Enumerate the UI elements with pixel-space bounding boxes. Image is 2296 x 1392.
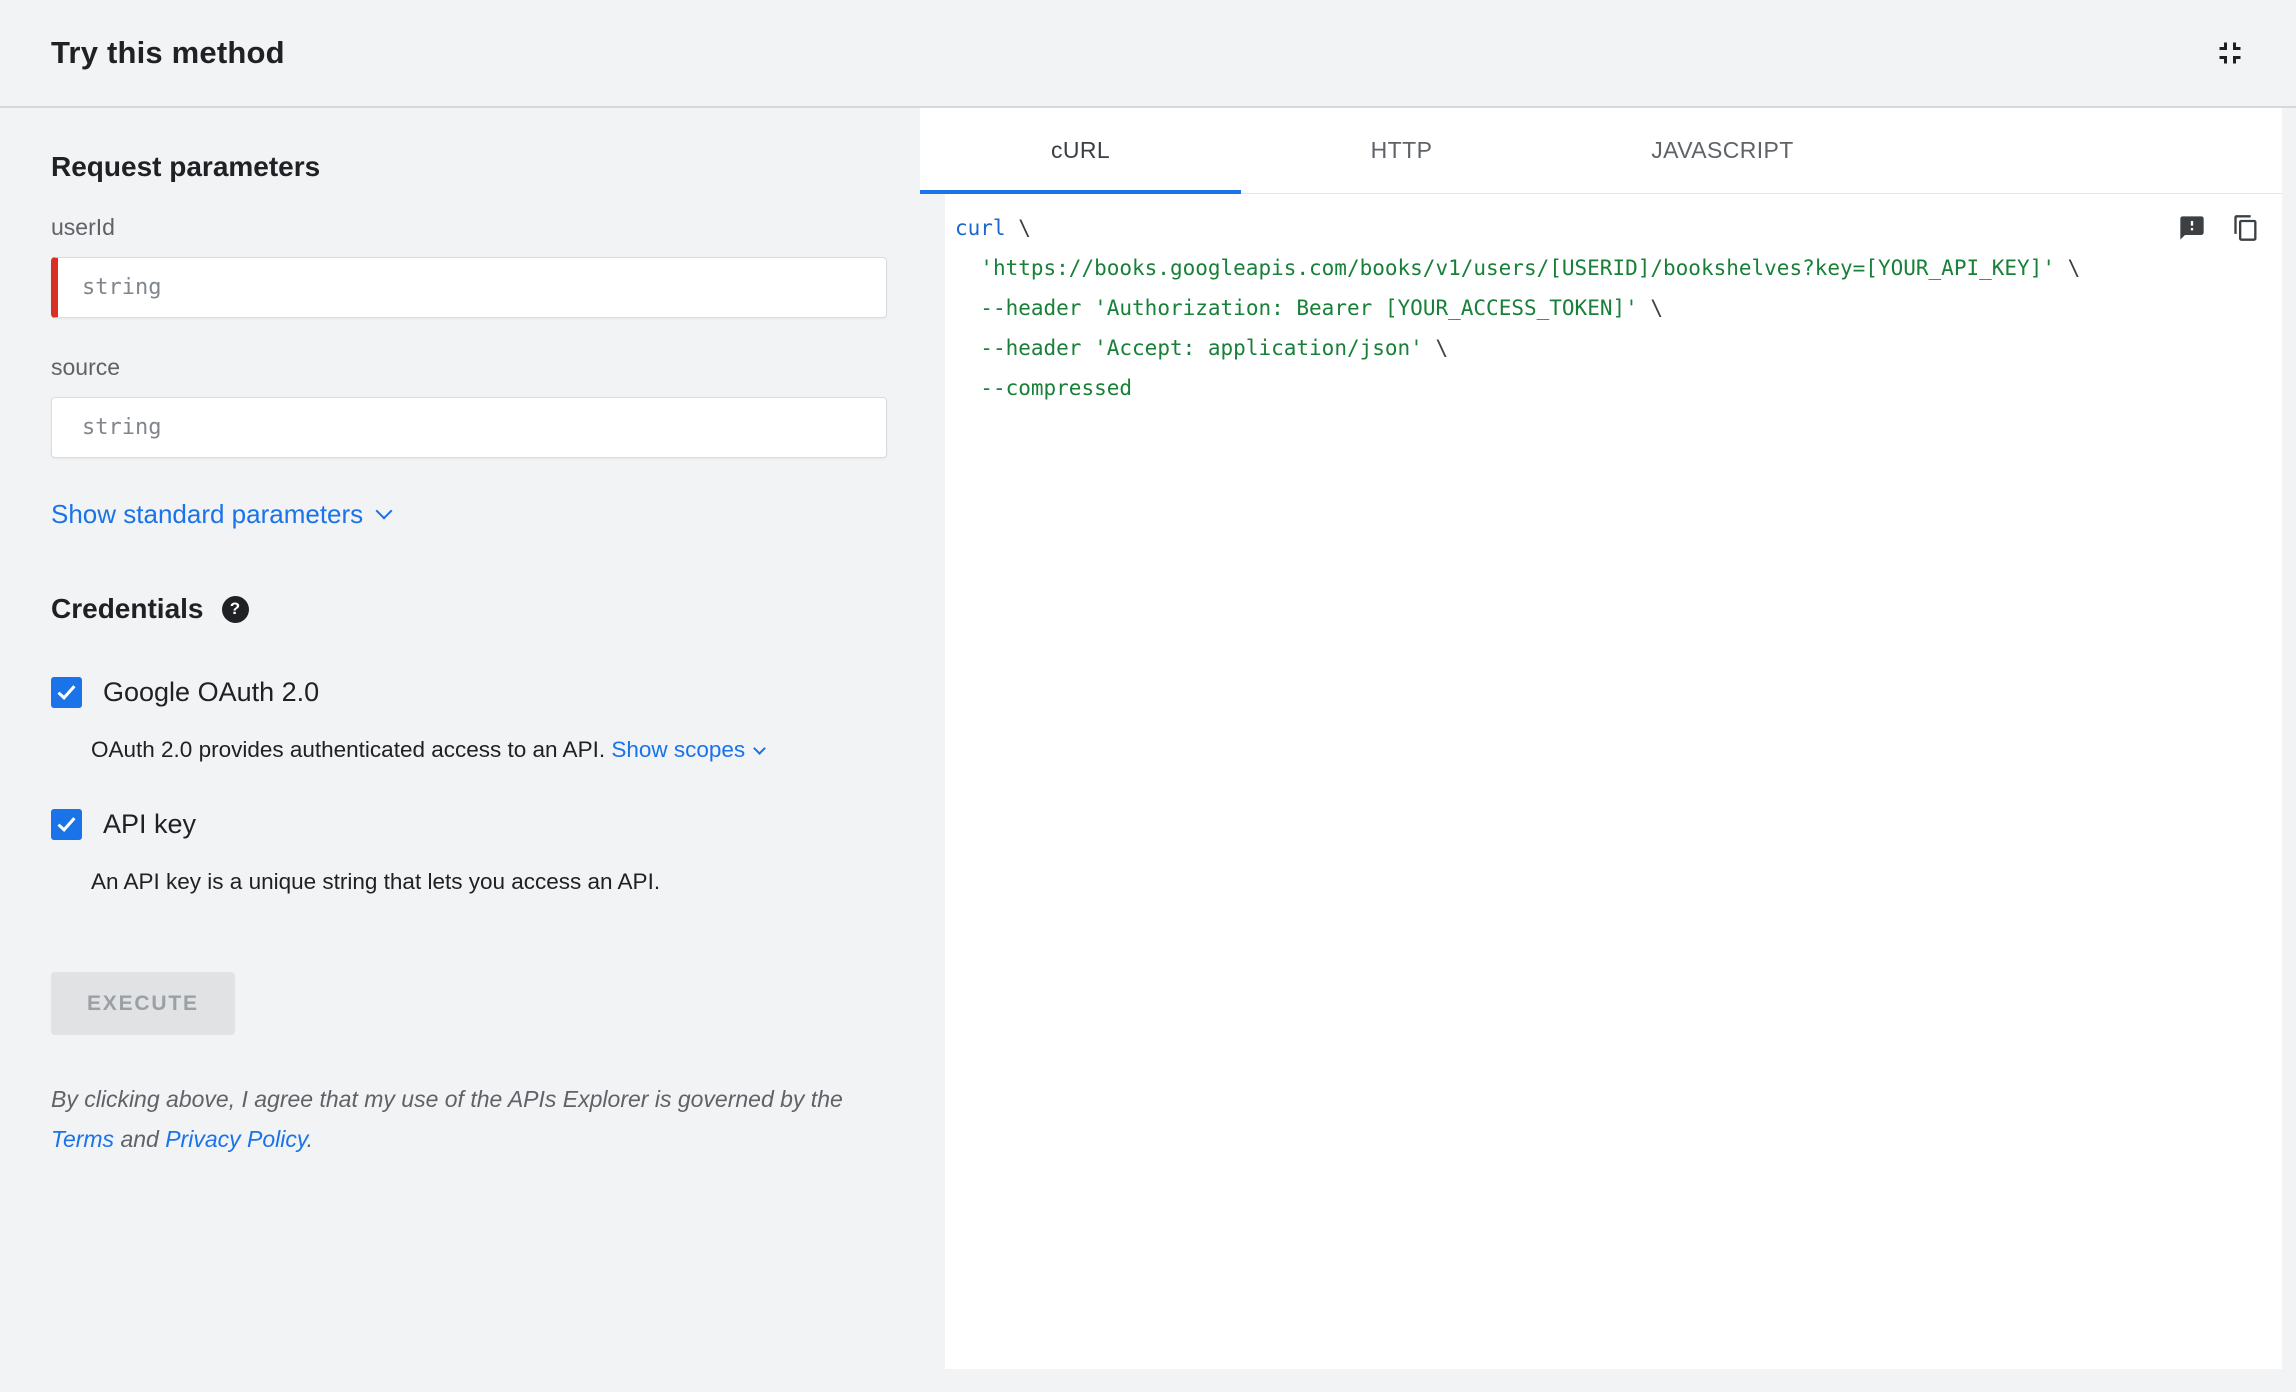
code-card: curl \ 'https://books.googleapis.com/boo…	[945, 194, 2282, 1369]
chevron-down-icon	[753, 741, 767, 755]
check-icon	[57, 812, 76, 832]
terms-link[interactable]: Terms	[51, 1126, 114, 1152]
code-panel: cURL HTTP JAVASCRIPT curl \ 'https://boo…	[920, 108, 2282, 1369]
check-icon	[57, 680, 76, 700]
oauth-description: OAuth 2.0 provides authenticated access …	[91, 736, 887, 764]
api-key-label: API key	[103, 808, 197, 839]
api-key-checkbox[interactable]	[51, 808, 82, 840]
show-standard-parameters-label: Show standard parameters	[51, 499, 364, 529]
api-key-credential-row: API key	[51, 808, 887, 840]
disclaimer-prefix: By clicking above, I agree that my use o…	[51, 1086, 843, 1112]
code-block: curl \ 'https://books.googleapis.com/boo…	[945, 194, 2282, 408]
help-icon[interactable]: ?	[221, 595, 249, 623]
oauth-label: Google OAuth 2.0	[103, 676, 320, 707]
code-actions	[2178, 214, 2260, 242]
code-tab-bar: cURL HTTP JAVASCRIPT	[920, 108, 2282, 194]
code-line: --compressed	[980, 376, 1133, 400]
oauth-checkbox[interactable]	[51, 676, 82, 708]
code-line: --header 'Authorization: Bearer [YOUR_AC…	[980, 296, 1664, 320]
oauth-description-text: OAuth 2.0 provides authenticated access …	[91, 737, 606, 762]
userid-field-label: userId	[51, 214, 115, 240]
source-input[interactable]	[51, 397, 887, 458]
code-line: curl \	[955, 216, 1031, 240]
disclaimer-suffix: .	[306, 1126, 314, 1152]
tab-javascript[interactable]: JAVASCRIPT	[1562, 108, 1883, 193]
api-key-description: An API key is a unique string that lets …	[91, 869, 661, 894]
credentials-heading: Credentials	[51, 593, 204, 624]
show-standard-parameters-link[interactable]: Show standard parameters	[51, 498, 393, 530]
oauth-credential-row: Google OAuth 2.0	[51, 676, 887, 708]
copy-icon[interactable]	[2232, 214, 2260, 242]
dialog-title: Try this method	[51, 35, 285, 70]
request-parameters-heading: Request parameters	[51, 151, 321, 182]
tab-curl[interactable]: cURL	[920, 108, 1241, 194]
privacy-policy-link[interactable]: Privacy Policy	[165, 1126, 306, 1152]
dialog-header: Try this method	[0, 0, 2296, 108]
request-panel: Request parameters userId source Show st…	[0, 108, 920, 1392]
disclaimer-text: By clicking above, I agree that my use o…	[51, 1079, 891, 1159]
collapse-icon[interactable]	[2212, 35, 2248, 71]
source-field-label: source	[51, 354, 121, 380]
show-scopes-label: Show scopes	[611, 737, 746, 762]
disclaimer-and: and	[114, 1126, 166, 1152]
userid-input[interactable]	[51, 257, 887, 318]
code-line: 'https://books.googleapis.com/books/v1/u…	[980, 256, 2081, 280]
code-line: --header 'Accept: application/json' \	[980, 336, 1449, 360]
show-scopes-link[interactable]: Show scopes	[611, 736, 767, 764]
execute-button[interactable]: EXECUTE	[51, 972, 235, 1035]
tab-http[interactable]: HTTP	[1241, 108, 1562, 193]
feedback-icon[interactable]	[2178, 214, 2206, 242]
chevron-down-icon	[375, 502, 393, 520]
